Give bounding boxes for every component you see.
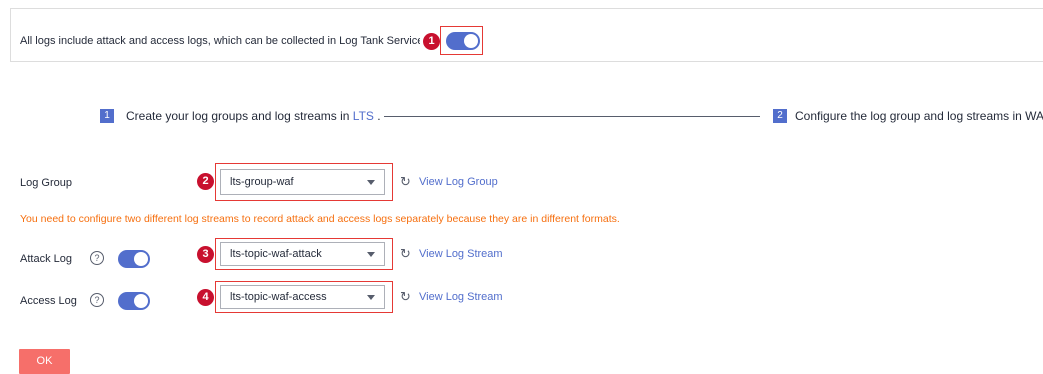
chevron-down-icon [367,295,375,300]
log-collection-toggle[interactable] [446,32,480,50]
annotation-marker-3: 3 [197,246,214,263]
log-group-value: lts-group-waf [230,176,294,188]
log-stream-warning: You need to configure two different log … [20,213,620,225]
notice-text: All logs include attack and access logs,… [20,35,420,47]
chevron-down-icon [367,180,375,185]
toggle-knob [134,252,148,266]
step-connector-line [384,116,760,117]
toggle-knob [134,294,148,308]
toggle-knob [464,34,478,48]
refresh-icon[interactable]: ↻ [400,289,411,305]
chevron-down-icon [367,252,375,257]
question-circle-icon[interactable]: ? [90,251,104,265]
step-1-text-before: Create your log groups and log streams i… [126,109,353,123]
view-attack-log-stream-link[interactable]: View Log Stream [419,248,503,260]
step-2-number: 2 [773,109,787,123]
refresh-icon[interactable]: ↻ [400,246,411,262]
annotation-marker-2: 2 [197,173,214,190]
view-access-log-stream-link[interactable]: View Log Stream [419,291,503,303]
view-log-group-link[interactable]: View Log Group [419,176,498,188]
annotation-marker-4: 4 [197,289,214,306]
log-group-label: Log Group [20,177,72,189]
refresh-icon[interactable]: ↻ [400,174,411,190]
ok-button[interactable]: OK [19,349,70,374]
attack-log-label: Attack Log [20,253,72,265]
attack-log-stream-select[interactable]: lts-topic-waf-attack [220,242,385,266]
attack-log-stream-value: lts-topic-waf-attack [230,248,322,260]
attack-log-toggle[interactable] [118,250,150,268]
access-log-stream-select[interactable]: lts-topic-waf-access [220,285,385,309]
access-log-toggle[interactable] [118,292,150,310]
access-log-stream-value: lts-topic-waf-access [230,291,327,303]
step-1-text-after: . [373,109,381,123]
access-log-label: Access Log [20,295,77,307]
step-1-number: 1 [100,109,114,123]
question-circle-icon[interactable]: ? [90,293,104,307]
lts-link[interactable]: LTS [353,109,374,123]
step-1-text: Create your log groups and log streams i… [126,109,381,123]
step-2-text: Configure the log group and log streams … [795,109,1043,123]
annotation-marker-1: 1 [423,33,440,50]
log-group-select[interactable]: lts-group-waf [220,169,385,195]
